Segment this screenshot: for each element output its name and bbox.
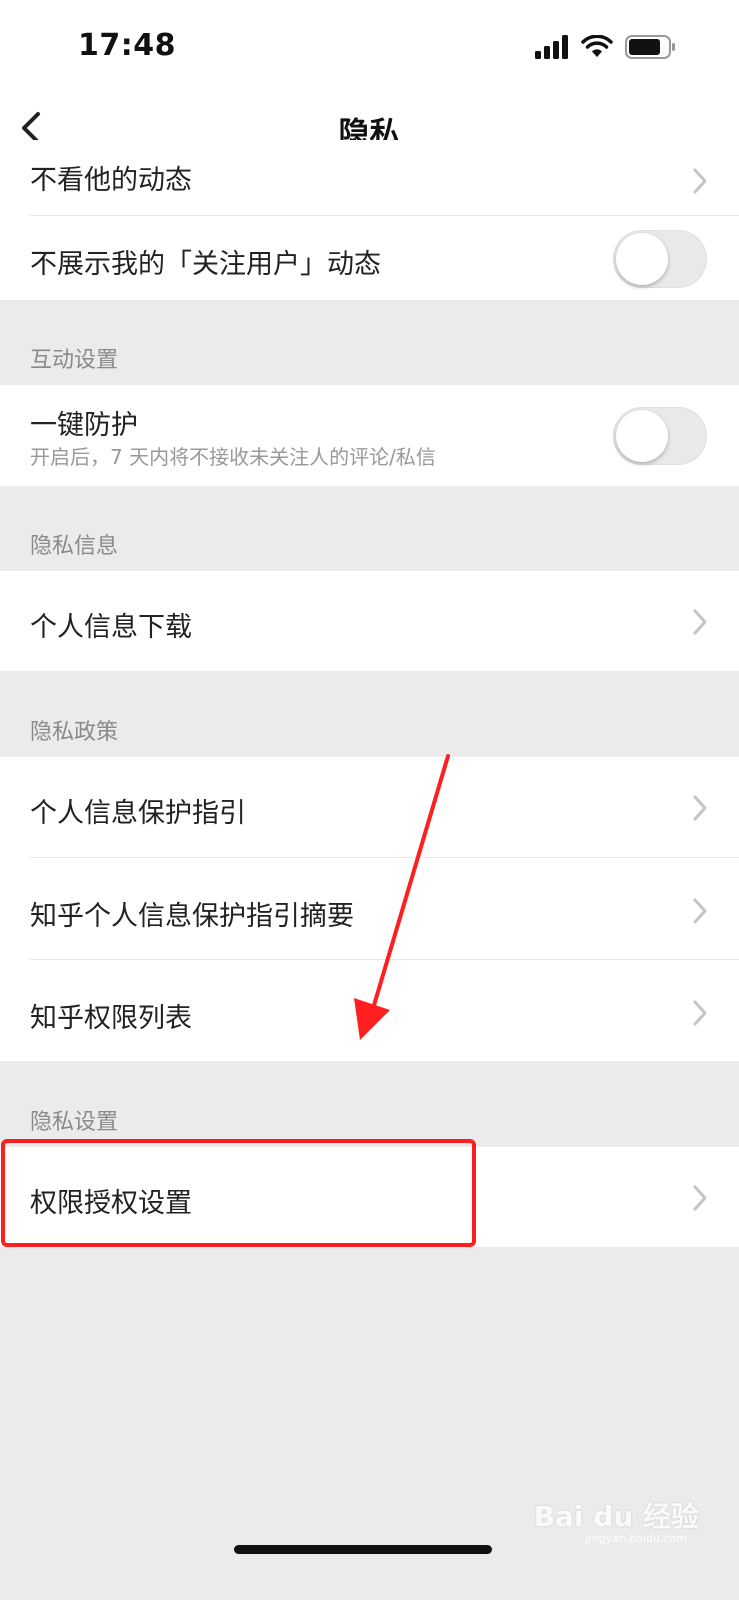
list-item-label: 不看他的动态 [30, 165, 192, 196]
battery-icon [625, 35, 675, 59]
section-header-privacy-policy: 隐私政策 [30, 720, 119, 745]
nav-bar-bottom [0, 140, 739, 160]
one-key-protection-toggle[interactable] [613, 407, 707, 465]
list-item-download[interactable]: 个人信息下载 [0, 571, 739, 671]
chevron-right-icon [693, 1185, 707, 1211]
signal-icon [535, 35, 568, 59]
list-item-follow-dynamic[interactable]: 不展示我的「关注用户」动态 [0, 216, 739, 300]
list-item-label: 知乎权限列表 [30, 1003, 192, 1034]
chevron-right-icon [693, 898, 707, 924]
annotation-arrow-icon [354, 754, 450, 1040]
list-item-label: 不展示我的「关注用户」动态 [30, 249, 381, 280]
list-item-label: 个人信息下载 [30, 612, 192, 643]
home-indicator[interactable] [234, 1545, 492, 1554]
wifi-icon [581, 35, 613, 57]
section-header-privacy-info: 隐私信息 [30, 534, 119, 559]
list-item-label: 个人信息保护指引 [30, 798, 246, 829]
list-item-sublabel: 开启后，7 天内将不接收未关注人的评论/私信 [30, 445, 436, 469]
list-item-one-key-protection[interactable]: 一键防护 开启后，7 天内将不接收未关注人的评论/私信 [0, 385, 739, 486]
highlight-box [1, 1139, 476, 1247]
follow-dynamic-toggle[interactable] [613, 230, 707, 288]
status-time: 17:48 [78, 28, 176, 63]
watermark-logo: Bai du 经验 [533, 1500, 699, 1533]
system-icons [535, 34, 677, 60]
watermark-url: jingyan.baidu.com [585, 1532, 687, 1545]
section-header-interaction: 互动设置 [30, 348, 119, 373]
toggle-knob [616, 233, 668, 285]
list-item-label: 知乎个人信息保护指引摘要 [30, 901, 354, 932]
chevron-right-icon [693, 1000, 707, 1026]
list-item-label: 一键防护 [30, 410, 138, 441]
section-header-privacy-settings: 隐私设置 [30, 1110, 119, 1135]
toggle-knob [616, 410, 668, 462]
chevron-right-icon [693, 795, 707, 821]
chevron-right-icon [693, 168, 707, 194]
chevron-right-icon [693, 609, 707, 635]
status-bar: 17:48 [0, 0, 739, 100]
list-item-hide-dynamic[interactable]: 不看他的动态 [0, 160, 739, 216]
